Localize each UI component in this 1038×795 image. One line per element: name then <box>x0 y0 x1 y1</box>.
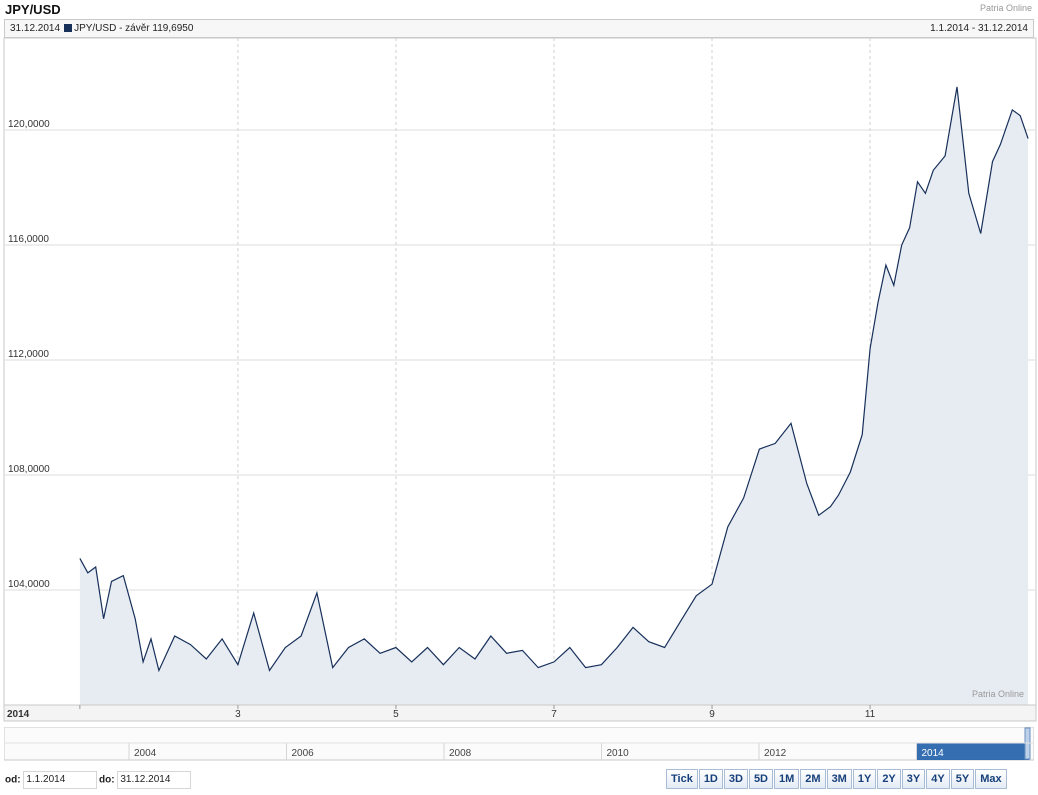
x-tick-label: 9 <box>709 709 715 720</box>
navigator-label: 2008 <box>449 748 472 759</box>
from-label: od: <box>5 774 21 786</box>
x-axis-band <box>3 704 1037 722</box>
period-button-5y[interactable]: 5Y <box>950 769 975 789</box>
period-button-tick[interactable]: Tick <box>666 769 698 789</box>
period-button-2y[interactable]: 2Y <box>877 769 901 789</box>
navigator-label: 2014 <box>922 748 945 759</box>
from-date-input[interactable]: 1.1.2014 <box>23 771 98 789</box>
y-tick-label: 120,0000 <box>8 119 50 130</box>
y-tick-label: 108,0000 <box>8 464 50 475</box>
navigator-label: 2012 <box>764 748 787 759</box>
period-button-4y[interactable]: 4Y <box>926 769 950 789</box>
period-button-3d[interactable]: 3D <box>723 769 748 789</box>
x-tick-label: 3 <box>235 709 241 720</box>
navigator-label: 2004 <box>134 748 157 759</box>
navigator-label: 2006 <box>292 748 315 759</box>
period-button-max[interactable]: Max <box>975 769 1007 789</box>
y-tick-label: 104,0000 <box>8 579 50 590</box>
period-button-5d[interactable]: 5D <box>748 769 773 789</box>
navigator-label: 2010 <box>607 748 630 759</box>
period-button-1m[interactable]: 1M <box>774 769 800 789</box>
x-tick-label: 5 <box>393 709 399 720</box>
from-date-group: od: 1.1.2014 <box>5 771 98 789</box>
time-navigator[interactable]: 2004 2006 2008 2010 2012 2014 <box>4 727 1034 761</box>
period-button-3m[interactable]: 3M <box>826 769 852 789</box>
period-button-1d[interactable]: 1D <box>698 769 723 789</box>
x-tick-label: 11 <box>865 709 876 720</box>
y-tick-label: 112,0000 <box>8 349 49 360</box>
period-buttons: Tick 1D 3D 5D 1M 2M 3M 1Y 2Y 3Y 4Y 5Y Max <box>666 769 1008 789</box>
period-button-2m[interactable]: 2M <box>800 769 826 789</box>
price-chart[interactable]: 104,0000 108,0000 112,0000 116,0000 120,0000… <box>0 0 1038 727</box>
to-date-group: do: 31.12.2014 <box>99 771 192 789</box>
period-button-3y[interactable]: 3Y <box>901 769 926 789</box>
to-label: do: <box>99 774 115 786</box>
period-button-1y[interactable]: 1Y <box>852 769 877 789</box>
plot-watermark: Patria Online <box>972 689 1024 699</box>
to-date-input[interactable]: 31.12.2014 <box>117 771 192 789</box>
x-tick-label: 7 <box>551 709 557 720</box>
x-tick-label: 2014 <box>7 709 30 720</box>
y-tick-label: 116,0000 <box>8 234 49 245</box>
